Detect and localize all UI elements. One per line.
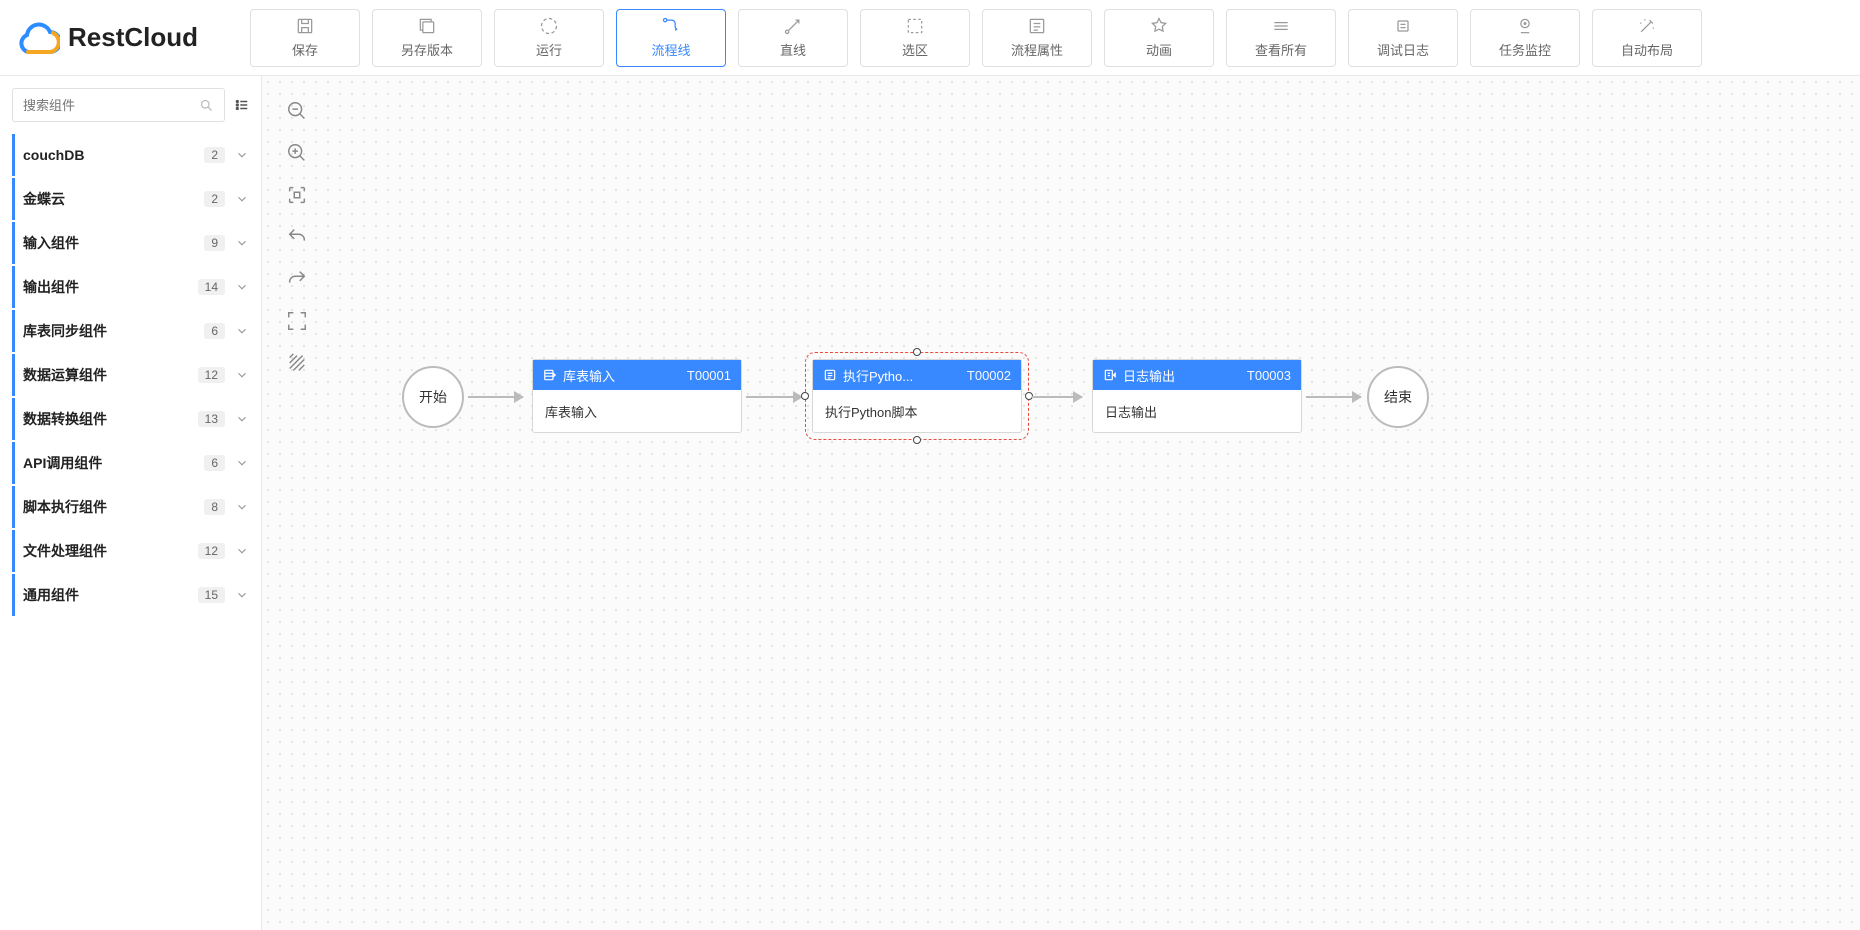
fit-button[interactable] [284, 182, 310, 208]
component-sidebar: couchDB2 金蝶云2 输入组件9 输出组件14 库表同步组件6 数据运算组… [0, 76, 262, 930]
debuglog-icon [1393, 16, 1413, 36]
category-item[interactable]: 金蝶云2 [12, 178, 249, 220]
chevron-down-icon [235, 456, 249, 470]
viewall-button[interactable]: 查看所有 [1226, 9, 1336, 67]
star-icon [1149, 16, 1169, 36]
flow-node[interactable]: 库表输入 T00001 库表输入 [532, 359, 742, 433]
undo-button[interactable] [284, 224, 310, 250]
cloud-icon [16, 22, 60, 54]
category-item[interactable]: 数据转换组件13 [12, 398, 249, 440]
zoom-in-button[interactable] [284, 140, 310, 166]
chevron-down-icon [235, 280, 249, 294]
line-button[interactable]: 直线 [738, 9, 848, 67]
category-item[interactable]: 输入组件9 [12, 222, 249, 264]
chevron-down-icon [235, 500, 249, 514]
node-header: 执行Pytho... T00002 [813, 360, 1021, 390]
hatch-button[interactable] [284, 350, 310, 376]
category-list: couchDB2 金蝶云2 输入组件9 输出组件14 库表同步组件6 数据运算组… [12, 134, 249, 616]
save-as-button[interactable]: 另存版本 [372, 9, 482, 67]
brand-logo: RestCloud [16, 22, 198, 54]
node-body: 执行Python脚本 [813, 390, 1021, 432]
chevron-down-icon [235, 192, 249, 206]
copy-icon [417, 16, 437, 36]
line-icon [783, 16, 803, 36]
log-out-icon [1103, 368, 1117, 382]
start-node-label: 开始 [419, 387, 447, 407]
selection-handle[interactable] [913, 436, 921, 444]
category-item[interactable]: 脚本执行组件8 [12, 486, 249, 528]
redo-button[interactable] [284, 266, 310, 292]
node-body: 库表输入 [533, 390, 741, 432]
run-button[interactable]: 运行 [494, 9, 604, 67]
canvas-toolbox [284, 98, 310, 376]
chevron-down-icon [235, 324, 249, 338]
viewall-icon [1271, 16, 1291, 36]
end-node-label: 结束 [1384, 387, 1412, 407]
search-input-wrapper[interactable] [12, 88, 225, 122]
start-node[interactable]: 开始 [402, 366, 464, 428]
selection-handle[interactable] [913, 348, 921, 356]
node-header: 库表输入 T00001 [533, 360, 741, 390]
flow-node[interactable]: 日志输出 T00003 日志输出 [1092, 359, 1302, 433]
autolayout-button[interactable]: 自动布局 [1592, 9, 1702, 67]
save-icon [295, 16, 315, 36]
chevron-down-icon [235, 544, 249, 558]
select-icon [905, 16, 925, 36]
fullscreen-button[interactable] [284, 308, 310, 334]
main-layout: couchDB2 金蝶云2 输入组件9 输出组件14 库表同步组件6 数据运算组… [0, 76, 1860, 930]
category-item[interactable]: 通用组件15 [12, 574, 249, 616]
search-icon [199, 98, 214, 113]
flow-arrow[interactable] [1306, 396, 1361, 398]
flowline-icon [661, 16, 681, 36]
chevron-down-icon [235, 148, 249, 162]
chevron-down-icon [235, 588, 249, 602]
header-toolbar: RestCloud 保存 另存版本 运行 流程线 直线 选区 流程属性 动画 查… [0, 0, 1860, 76]
taskmon-button[interactable]: 任务监控 [1470, 9, 1580, 67]
flow-arrow[interactable] [1032, 396, 1082, 398]
select-button[interactable]: 选区 [860, 9, 970, 67]
table-in-icon [543, 368, 557, 382]
wand-icon [1637, 16, 1657, 36]
python-icon [823, 368, 837, 382]
selection-handle[interactable] [801, 392, 809, 400]
list-toggle-icon[interactable] [235, 94, 249, 116]
props-icon [1027, 16, 1047, 36]
run-icon [539, 16, 559, 36]
node-body: 日志输出 [1093, 390, 1301, 432]
category-item[interactable]: 库表同步组件6 [12, 310, 249, 352]
category-item[interactable]: 文件处理组件12 [12, 530, 249, 572]
flow-node-selected[interactable]: 执行Pytho... T00002 执行Python脚本 [812, 359, 1022, 433]
flowline-button[interactable]: 流程线 [616, 9, 726, 67]
flow-canvas[interactable]: 开始 库表输入 T00001 库表输入 执行Pytho... T00002 执行… [262, 76, 1860, 930]
save-button[interactable]: 保存 [250, 9, 360, 67]
category-item[interactable]: couchDB2 [12, 134, 249, 176]
brand-text: RestCloud [68, 22, 198, 53]
chevron-down-icon [235, 368, 249, 382]
search-input[interactable] [23, 98, 199, 113]
node-header: 日志输出 T00003 [1093, 360, 1301, 390]
flow-arrow[interactable] [468, 396, 523, 398]
props-button[interactable]: 流程属性 [982, 9, 1092, 67]
category-item[interactable]: 输出组件14 [12, 266, 249, 308]
zoom-out-button[interactable] [284, 98, 310, 124]
chevron-down-icon [235, 412, 249, 426]
anim-button[interactable]: 动画 [1104, 9, 1214, 67]
category-item[interactable]: 数据运算组件12 [12, 354, 249, 396]
chevron-down-icon [235, 236, 249, 250]
flow-arrow[interactable] [746, 396, 802, 398]
monitor-icon [1515, 16, 1535, 36]
end-node[interactable]: 结束 [1367, 366, 1429, 428]
category-item[interactable]: API调用组件6 [12, 442, 249, 484]
debuglog-button[interactable]: 调试日志 [1348, 9, 1458, 67]
